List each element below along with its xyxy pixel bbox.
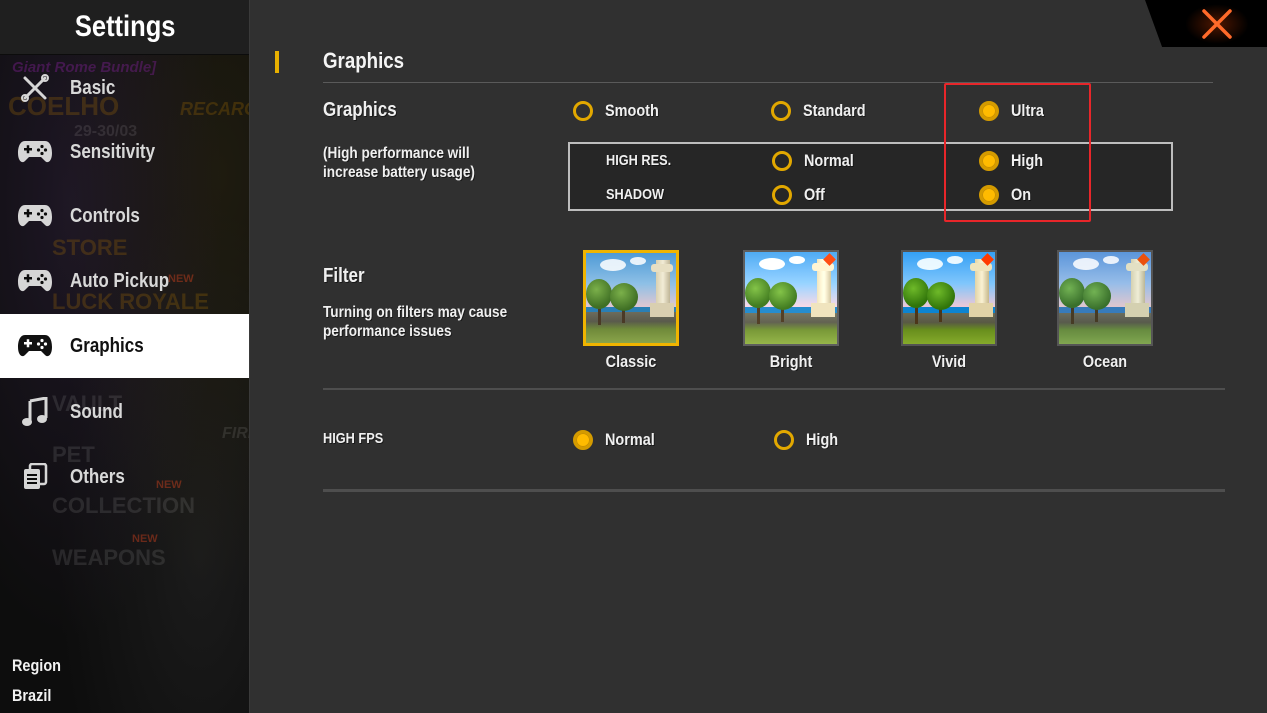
radio-indicator: [979, 101, 999, 121]
filter-option-label: Vivid: [931, 352, 967, 371]
filter-option-vivid[interactable]: Vivid: [901, 250, 997, 372]
radio-label: Smooth: [605, 101, 659, 120]
music-note-icon: [17, 397, 53, 427]
sidebar-header: Settings: [0, 0, 249, 54]
shadow-label: SHADOW: [606, 186, 665, 203]
radio-indicator: [771, 101, 791, 121]
sidebar-item-label: Graphics: [70, 334, 144, 357]
sidebar-title: Settings: [74, 10, 176, 43]
filter-option-label: Classic: [605, 352, 657, 371]
filter-thumbnail: [743, 250, 839, 346]
shadow-option-on[interactable]: On: [979, 185, 1035, 205]
bg-text: NEW: [132, 533, 158, 545]
high-res-label: HIGH RES.: [606, 152, 672, 169]
sidebar-item-controls[interactable]: Controls: [0, 186, 249, 246]
sidebar-item-label: Auto Pickup: [70, 269, 170, 292]
sidebar-item-auto-pickup[interactable]: Auto Pickup: [0, 251, 249, 311]
filter-option-label: Ocean: [1082, 352, 1128, 371]
radio-indicator: [772, 185, 792, 205]
filter-thumbnail: [1057, 250, 1153, 346]
high-fps-label: HIGH FPS: [323, 430, 384, 447]
sidebar-item-label: Controls: [70, 204, 140, 227]
section-title: Graphics: [323, 48, 405, 73]
graphics-option-standard[interactable]: Standard: [771, 101, 877, 121]
sidebar-item-others[interactable]: Others: [0, 447, 249, 507]
tools-icon: [17, 73, 53, 103]
filter-option-classic[interactable]: Classic: [583, 250, 679, 372]
radio-indicator: [774, 430, 794, 450]
filter-note-line2: performance issues: [323, 323, 452, 340]
filter-divider: [323, 388, 1225, 390]
sidebar-item-sound[interactable]: Sound: [0, 382, 249, 442]
radio-label: Normal: [804, 151, 854, 170]
region-value[interactable]: Brazil: [12, 686, 51, 706]
radio-indicator: [979, 151, 999, 171]
close-icon: [1202, 9, 1232, 39]
radio-indicator: [573, 101, 593, 121]
filter-option-ocean[interactable]: Ocean: [1057, 250, 1153, 372]
graphics-note-line1: (High performance will: [323, 145, 470, 162]
filter-thumbnail: [901, 250, 997, 346]
filter-label: Filter: [323, 265, 365, 287]
filter-option-label: Bright: [769, 352, 813, 371]
sidebar-item-label: Sound: [70, 400, 123, 423]
radio-label: High: [806, 430, 839, 449]
gamepad-icon: [17, 137, 53, 167]
graphics-option-smooth[interactable]: Smooth: [573, 101, 668, 121]
radio-label: Ultra: [1011, 101, 1044, 120]
high-res-option-normal[interactable]: Normal: [772, 151, 863, 171]
gamepad-icon: [17, 266, 53, 296]
high-res-option-high[interactable]: High: [979, 151, 1049, 171]
close-button[interactable]: [1185, 4, 1249, 44]
radio-label: On: [1011, 185, 1032, 204]
sidebar: Giant Rome Bundle] COELHO 29-30/03 RECAR…: [0, 0, 250, 713]
sidebar-item-label: Others: [70, 465, 125, 488]
filter-note-line1: Turning on filters may cause: [323, 304, 508, 321]
graphics-label: Graphics: [323, 99, 397, 121]
bg-text: WEAPONS: [52, 545, 166, 570]
radio-label: Standard: [803, 101, 866, 120]
section-divider: [323, 82, 1213, 83]
gamepad-icon: [17, 331, 53, 361]
radio-label: Normal: [605, 430, 655, 449]
radio-indicator: [573, 430, 593, 450]
graphics-note-line2: increase battery usage): [323, 164, 475, 181]
section-marker: [275, 51, 279, 73]
radio-indicator: [772, 151, 792, 171]
sidebar-item-sensitivity[interactable]: Sensitivity: [0, 122, 249, 182]
filter-thumbnail: [583, 250, 679, 346]
sidebar-item-label: Sensitivity: [70, 140, 156, 163]
sidebar-item-basic[interactable]: Basic: [0, 58, 249, 118]
radio-indicator: [979, 185, 999, 205]
fps-divider: [323, 489, 1225, 492]
high-fps-option-normal[interactable]: Normal: [573, 430, 664, 450]
sidebar-item-graphics[interactable]: Graphics: [0, 314, 249, 378]
high-fps-option-high[interactable]: High: [774, 430, 844, 450]
radio-label: High: [1011, 151, 1044, 170]
shadow-option-off[interactable]: Off: [772, 185, 829, 205]
region-label: Region: [12, 656, 61, 675]
graphics-option-ultra[interactable]: Ultra: [979, 101, 1050, 121]
document-icon: [17, 462, 53, 492]
sidebar-item-label: Basic: [70, 76, 116, 99]
filter-option-bright[interactable]: Bright: [743, 250, 839, 372]
radio-label: Off: [804, 185, 825, 204]
gamepad-icon: [17, 201, 53, 231]
